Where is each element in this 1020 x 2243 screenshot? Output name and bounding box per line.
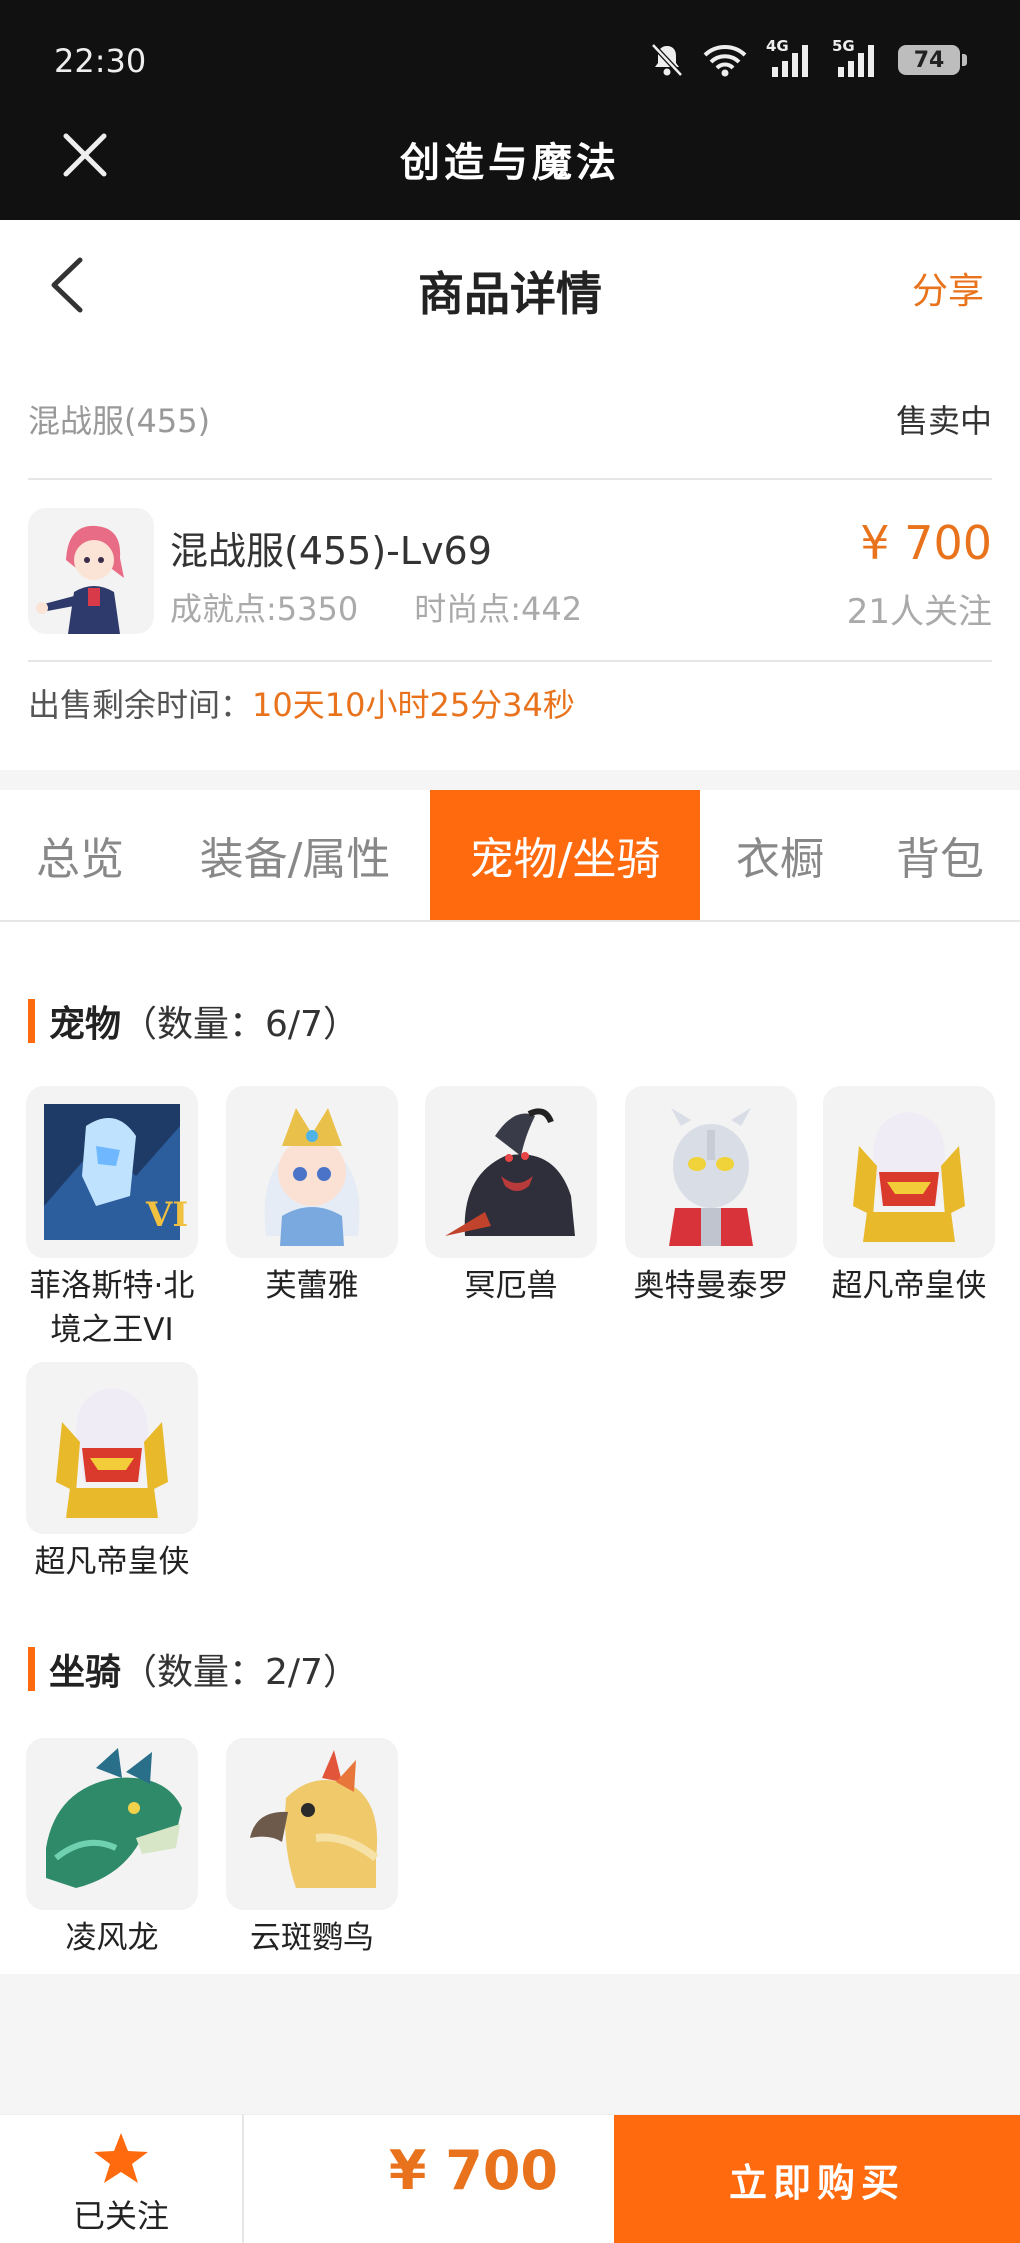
follow-button[interactable]: 已关注 <box>0 2115 244 2243</box>
share-button[interactable]: 分享 <box>912 262 984 314</box>
remaining-time-label: 出售剩余时间： <box>28 686 253 724</box>
app-title: 创造与魔法 <box>400 139 620 186</box>
section-divider <box>0 770 1020 790</box>
mount-item[interactable]: 云斑鹦鸟 <box>226 1738 398 1960</box>
section-marker <box>28 999 35 1043</box>
mounts-section-title: 坐骑 （数量：2/7） <box>28 1646 359 1693</box>
follow-label: 已关注 <box>72 2197 169 2235</box>
bottom-action-bar: 已关注 ¥ 700 立即购买 <box>0 2114 1020 2243</box>
mute-bell-icon <box>651 43 683 77</box>
tab-wardrobe[interactable]: 衣橱 <box>700 790 860 920</box>
status-icons: 4G 5G 74 <box>650 37 967 82</box>
pet-image <box>823 1086 995 1258</box>
section-marker <box>28 1647 35 1691</box>
bottom-price: ¥ 700 <box>388 2139 558 2202</box>
pet-item[interactable]: 奥特曼泰罗 <box>625 1086 797 1308</box>
pet-item[interactable]: VI 菲洛斯特·北境之王VI <box>26 1086 198 1352</box>
app-bar: 创造与魔法 <box>0 110 1020 220</box>
pet-name: 超凡帝皇侠 <box>831 1268 987 1304</box>
wifi-icon <box>703 45 747 77</box>
battery-icon: 74 <box>898 45 967 75</box>
pet-name: 菲洛斯特·北境之王VI <box>29 1268 195 1348</box>
server-name: 混战服(455) <box>28 402 211 440</box>
sale-status: 售卖中 <box>895 402 992 440</box>
signal-4g-icon: 4G <box>766 37 814 79</box>
achievement-points: 成就点:5350 <box>170 590 359 628</box>
pet-image <box>26 1362 198 1534</box>
status-time: 22:30 <box>54 42 147 80</box>
remaining-time-value: 10天10小时25分34秒 <box>252 686 575 724</box>
detail-tabs: 总览 装备/属性 宠物/坐骑 衣橱 背包 <box>0 790 1020 922</box>
follow-count: 21人关注 <box>846 592 992 632</box>
pet-name: 芙蕾雅 <box>265 1268 359 1304</box>
pet-item[interactable]: 超凡帝皇侠 <box>823 1086 995 1308</box>
pet-name: 超凡帝皇侠 <box>34 1544 190 1580</box>
tab-equipment[interactable]: 装备/属性 <box>160 790 430 920</box>
pet-item[interactable]: 冥厄兽 <box>425 1086 597 1308</box>
fashion-points: 时尚点:442 <box>414 590 583 628</box>
server-row: 混战服(455) 售卖中 <box>28 370 992 480</box>
tab-overview[interactable]: 总览 <box>0 790 160 920</box>
mount-image <box>226 1738 398 1910</box>
product-price: ¥ 700 <box>860 516 992 570</box>
pet-image <box>625 1086 797 1258</box>
mount-name: 凌风龙 <box>65 1920 159 1956</box>
pet-image: VI <box>26 1086 198 1258</box>
status-bar: 22:30 4G 5G 74 <box>0 0 1020 110</box>
page-header: 商品详情 分享 <box>0 220 1020 350</box>
product-name: 混战服(455)-Lv69 <box>170 529 492 573</box>
tab-backpack[interactable]: 背包 <box>860 790 1020 920</box>
page-title: 商品详情 <box>418 267 602 321</box>
star-icon <box>94 2133 148 2183</box>
mount-name: 云斑鹦鸟 <box>250 1920 374 1956</box>
mount-item[interactable]: 凌风龙 <box>26 1738 198 1960</box>
svg-text:VI: VI <box>145 1195 188 1235</box>
remaining-time-row: 出售剩余时间：10天10小时25分34秒 <box>28 680 992 750</box>
bottom-spacer <box>0 1974 1020 2114</box>
pet-image <box>226 1086 398 1258</box>
pet-name: 奥特曼泰罗 <box>633 1268 789 1304</box>
signal-5g-icon: 5G <box>832 37 880 79</box>
product-summary: 混战服(455)-Lv69 成就点:5350 时尚点:442 ¥ 700 21人… <box>28 480 992 662</box>
buy-now-button[interactable]: 立即购买 <box>614 2115 1020 2243</box>
product-points: 成就点:5350 时尚点:442 <box>170 584 582 630</box>
pets-section-title: 宠物 （数量：6/7） <box>28 998 359 1045</box>
pet-item[interactable]: 芙蕾雅 <box>226 1086 398 1308</box>
pet-name: 冥厄兽 <box>464 1268 558 1304</box>
tab-pets-mounts[interactable]: 宠物/坐骑 <box>430 790 700 920</box>
pets-mounts-panel: 宠物 （数量：6/7） VI 菲洛斯特·北境之王VI 芙蕾雅 冥厄兽 奥特曼泰罗… <box>0 924 1020 1974</box>
pet-item[interactable]: 超凡帝皇侠 <box>26 1362 198 1584</box>
pet-image <box>425 1086 597 1258</box>
character-avatar <box>28 508 154 634</box>
mount-image <box>26 1738 198 1910</box>
